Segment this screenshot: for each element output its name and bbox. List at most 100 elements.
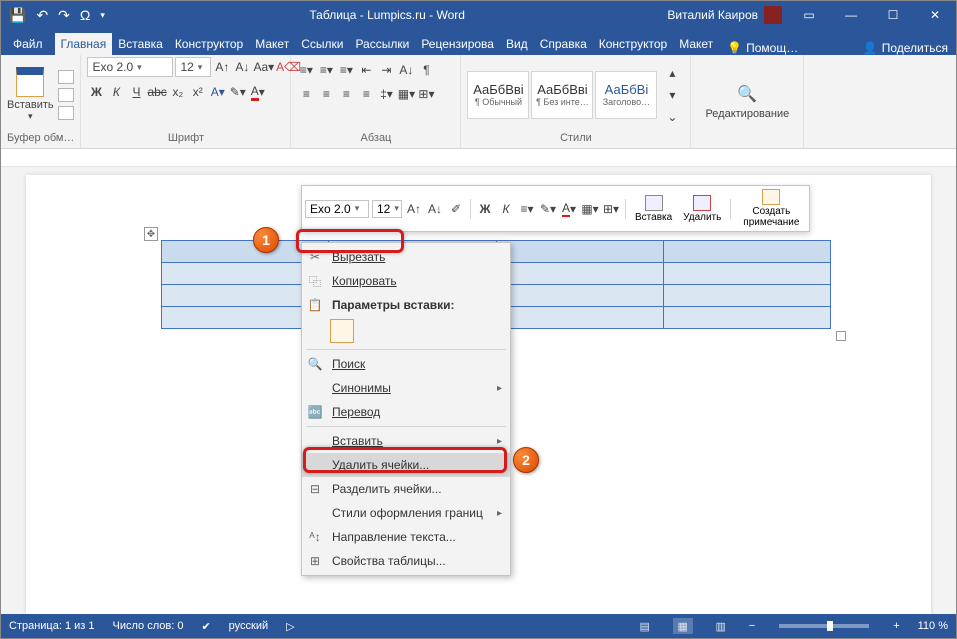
styles-up-icon[interactable]: ▴: [663, 64, 681, 82]
tell-me[interactable]: 💡 Помощ…: [719, 41, 806, 55]
mini-grow-icon[interactable]: A↑: [405, 200, 423, 218]
align-left-icon[interactable]: ≡: [297, 85, 315, 103]
tab-help[interactable]: Справка: [534, 33, 593, 55]
redo-icon[interactable]: ↷: [58, 7, 70, 24]
zoom-slider[interactable]: [779, 624, 869, 628]
ctx-text-direction[interactable]: ᴬ↕Направление текста...: [302, 525, 510, 549]
mini-borders-icon[interactable]: ⊞▾: [602, 200, 620, 218]
tab-view[interactable]: Вид: [500, 33, 534, 55]
font-name-combo[interactable]: Exo 2.0▾: [87, 57, 173, 77]
outdent-icon[interactable]: ⇤: [357, 61, 375, 79]
status-page[interactable]: Страница: 1 из 1: [9, 620, 95, 632]
styles-gallery[interactable]: АаБбВві¶ Обычный АаБбВві¶ Без инте… АаБб…: [467, 71, 657, 119]
bold-button[interactable]: Ж: [87, 83, 105, 101]
mini-shading-icon[interactable]: ▦▾: [581, 200, 599, 218]
status-lang[interactable]: русский: [229, 620, 268, 632]
minimize-button[interactable]: —: [830, 1, 872, 29]
superscript-button[interactable]: x²: [189, 83, 207, 101]
ctx-copy[interactable]: ⿻Копировать: [302, 269, 510, 293]
ctx-table-props[interactable]: ⊞Свойства таблицы...: [302, 549, 510, 573]
ribbon-options-icon[interactable]: ▭: [788, 1, 830, 29]
font-color-icon[interactable]: A▾: [249, 83, 267, 101]
text-effects-icon[interactable]: A▾: [209, 83, 227, 101]
tab-insert[interactable]: Вставка: [112, 33, 169, 55]
tab-layout[interactable]: Макет: [249, 33, 295, 55]
undo-icon[interactable]: ↶: [36, 7, 48, 24]
tab-references[interactable]: Ссылки: [295, 33, 349, 55]
mini-highlight-icon[interactable]: ✎▾: [539, 200, 557, 218]
close-button[interactable]: ✕: [914, 1, 956, 29]
subscript-button[interactable]: x₂: [169, 83, 187, 101]
status-words[interactable]: Число слов: 0: [113, 620, 184, 632]
bullets-icon[interactable]: ≡▾: [297, 61, 315, 79]
style-heading[interactable]: АаБбВіЗаголово…: [595, 71, 657, 119]
zoom-level[interactable]: 110 %: [918, 620, 948, 632]
ctx-delete-cells[interactable]: Удалить ячейки...: [302, 453, 510, 477]
grow-font-icon[interactable]: A↑: [213, 58, 231, 76]
tab-table-design[interactable]: Конструктор: [593, 33, 673, 55]
ctx-insert[interactable]: Вставить▸: [302, 429, 510, 453]
mini-delete-button[interactable]: Удалить: [679, 195, 725, 223]
ctx-synonyms[interactable]: Синонимы▸: [302, 376, 510, 400]
status-proof-icon[interactable]: ✔: [201, 620, 210, 633]
format-painter-icon[interactable]: [58, 106, 74, 120]
equation-icon[interactable]: Ω: [80, 7, 90, 23]
font-size-combo[interactable]: 12▾: [175, 57, 211, 77]
highlight-icon[interactable]: ✎▾: [229, 83, 247, 101]
table-move-handle[interactable]: ✥: [144, 227, 158, 241]
cut-icon[interactable]: [58, 70, 74, 84]
styles-more-icon[interactable]: ⌄: [663, 108, 681, 126]
tab-design[interactable]: Конструктор: [169, 33, 249, 55]
table-resize-handle[interactable]: [836, 331, 846, 341]
tab-home[interactable]: Главная: [55, 33, 113, 55]
line-spacing-icon[interactable]: ‡▾: [377, 85, 395, 103]
status-macro-icon[interactable]: ▷: [286, 620, 294, 633]
tab-file[interactable]: Файл: [1, 33, 55, 55]
change-case-icon[interactable]: Aa▾: [253, 58, 274, 76]
mini-align-icon[interactable]: ≡▾: [518, 200, 536, 218]
style-nospace[interactable]: АаБбВві¶ Без инте…: [531, 71, 593, 119]
mini-size-combo[interactable]: 12▾: [372, 200, 402, 218]
borders-icon[interactable]: ⊞▾: [417, 85, 435, 103]
ctx-cut[interactable]: ✂Вырезать: [302, 245, 510, 269]
zoom-out-button[interactable]: −: [749, 620, 755, 632]
align-center-icon[interactable]: ≡: [317, 85, 335, 103]
zoom-in-button[interactable]: +: [893, 620, 899, 632]
underline-button[interactable]: Ч: [127, 83, 145, 101]
indent-icon[interactable]: ⇥: [377, 61, 395, 79]
italic-button[interactable]: К: [107, 83, 125, 101]
view-print-icon[interactable]: ▦: [673, 618, 693, 634]
shrink-font-icon[interactable]: A↓: [233, 58, 251, 76]
ctx-translate[interactable]: 🔤Перевод: [302, 400, 510, 424]
mini-italic-button[interactable]: К: [497, 200, 515, 218]
share-button[interactable]: 👤 Поделиться: [855, 41, 956, 55]
tab-review[interactable]: Рецензирова: [415, 33, 500, 55]
mini-format-painter-icon[interactable]: ✐: [447, 200, 465, 218]
qat-customize-icon[interactable]: ▾: [100, 10, 105, 21]
view-web-icon[interactable]: ▥: [711, 618, 731, 634]
tab-table-layout[interactable]: Макет: [673, 33, 719, 55]
mini-shrink-icon[interactable]: A↓: [426, 200, 444, 218]
shading-icon[interactable]: ▦▾: [397, 85, 415, 103]
strike-button[interactable]: abc: [147, 83, 166, 101]
mini-comment-button[interactable]: Создать примечание: [736, 189, 806, 228]
ctx-search[interactable]: 🔍Поиск: [302, 352, 510, 376]
show-marks-icon[interactable]: ¶: [417, 61, 435, 79]
style-normal[interactable]: АаБбВві¶ Обычный: [467, 71, 529, 119]
maximize-button[interactable]: ☐: [872, 1, 914, 29]
mini-font-combo[interactable]: Exo 2.0▾: [305, 200, 369, 218]
tab-mailings[interactable]: Рассылки: [349, 33, 415, 55]
paste-option-1[interactable]: [330, 319, 354, 343]
align-right-icon[interactable]: ≡: [337, 85, 355, 103]
paste-button[interactable]: Вставить ▾: [7, 67, 54, 122]
sort-icon[interactable]: A↓: [397, 61, 415, 79]
find-icon[interactable]: 🔍: [737, 84, 757, 104]
ctx-split-cells[interactable]: ⊟Разделить ячейки...: [302, 477, 510, 501]
copy-icon[interactable]: [58, 88, 74, 102]
mini-bold-button[interactable]: Ж: [476, 200, 494, 218]
justify-icon[interactable]: ≡: [357, 85, 375, 103]
user-account[interactable]: Виталий Каиров: [661, 6, 788, 24]
multilevel-icon[interactable]: ≡▾: [337, 61, 355, 79]
styles-down-icon[interactable]: ▾: [663, 86, 681, 104]
save-icon[interactable]: 💾: [9, 7, 26, 24]
